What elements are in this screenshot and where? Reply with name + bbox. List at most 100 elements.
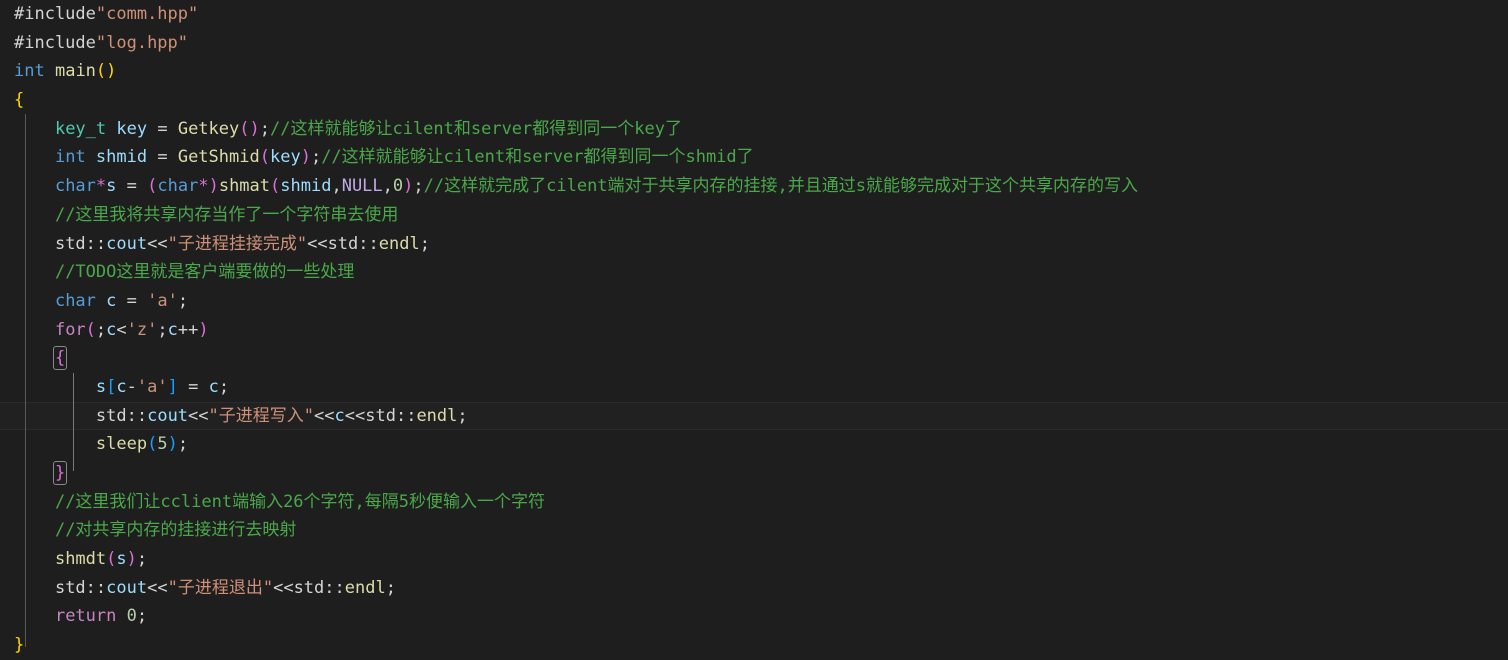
code-line[interactable]: std::cout<<"子进程退出"<<std::endl; — [0, 574, 1508, 603]
code-token-fn: Getkey — [177, 118, 240, 139]
code-token-var: c — [167, 319, 178, 340]
code-line-text: std::cout<<"子进程写入"<<c<<std::endl; — [0, 402, 1508, 431]
code-line[interactable]: } — [0, 459, 1508, 488]
code-token-br1: ) — [208, 176, 219, 197]
code-token-br1: () — [239, 118, 260, 139]
code-token-br1: ) — [403, 176, 414, 197]
code-token-br0: () — [95, 61, 117, 82]
code-token-plain: :: — [358, 233, 379, 254]
code-line[interactable]: { — [0, 344, 1508, 373]
code-token-ctrl: for — [54, 319, 86, 340]
code-token-fn: main — [54, 61, 96, 82]
code-line-text: //对共享内存的挂接进行去映射 — [0, 516, 1508, 545]
code-line[interactable]: char*s = (char*)shmat(shmid,NULL,0);//这样… — [0, 172, 1508, 201]
code-content[interactable]: #include"comm.hpp" #include"log.hpp" int m… — [0, 0, 1508, 660]
code-line-text: //这里我将共享内存当作了一个字符串去使用 — [0, 201, 1508, 230]
code-line-text: //TODO这里就是客户端要做的一些处理 — [0, 258, 1508, 287]
code-token-plain: ; — [218, 376, 230, 397]
code-token-type: key_t — [54, 118, 107, 139]
code-token-str: 'a' — [136, 376, 168, 397]
code-line[interactable]: int shmid = GetShmid(key);//这样就能够让cilent… — [0, 143, 1508, 172]
code-token-ctrl: return — [54, 606, 117, 627]
code-token-br1: ( — [106, 549, 117, 570]
code-token-op: << — [344, 405, 366, 426]
code-line[interactable]: s[c-'a'] = c; — [0, 373, 1508, 402]
code-line[interactable]: for(;c<'z';c++) — [0, 316, 1508, 345]
code-token-kw: char — [157, 176, 199, 197]
code-line[interactable]: char c = 'a'; — [0, 287, 1508, 316]
code-token-kw: int — [14, 61, 45, 82]
code-line-text: return 0; — [0, 602, 1508, 631]
code-token-str: "log.hpp" — [95, 32, 189, 53]
code-line[interactable]: std::cout<<"子进程挂接完成"<<std::endl; — [0, 230, 1508, 259]
code-token-op: << — [188, 405, 209, 426]
code-editor-viewport[interactable]: #include"comm.hpp" #include"log.hpp" int m… — [0, 0, 1508, 655]
code-token-com: //这样就能够让cilent和server都得到同一个key了 — [269, 118, 682, 139]
code-token-fn: shmat — [218, 176, 271, 197]
code-line[interactable]: #include"log.hpp" — [0, 29, 1508, 58]
code-token-var: cout — [106, 233, 148, 254]
code-line[interactable]: //TODO这里就是客户端要做的一些处理 — [0, 258, 1508, 287]
code-line-text: std::cout<<"子进程挂接完成"<<std::endl; — [0, 230, 1508, 259]
code-line[interactable]: { — [0, 86, 1508, 115]
code-line-text: sleep(5); — [0, 430, 1508, 459]
code-token-plain: ; — [310, 147, 322, 168]
code-token-br2: [ — [106, 376, 117, 397]
code-token-plain: ; — [413, 176, 424, 197]
code-token-var: c — [106, 319, 117, 340]
code-token-plain: ; — [419, 233, 430, 254]
code-token-var: c — [208, 376, 219, 397]
code-token-str: "子进程退出" — [167, 577, 274, 598]
code-token-plain: :: — [85, 577, 107, 598]
code-token-br1: * — [198, 176, 209, 197]
code-line-text: } — [0, 631, 1508, 660]
code-token-fn: shmdt — [54, 549, 107, 570]
code-token-plain: ; — [177, 290, 189, 311]
code-line[interactable]: } — [0, 631, 1508, 660]
code-line-text: #include"comm.hpp" — [0, 0, 1508, 29]
code-line-text: s[c-'a'] = c; — [0, 373, 1508, 402]
code-token-br1: ) — [126, 549, 137, 570]
code-token-op: << — [147, 577, 168, 598]
code-line[interactable]: int main() — [0, 57, 1508, 86]
code-token-plain: :: — [85, 233, 107, 254]
code-token-fn: endl — [378, 233, 420, 254]
code-line[interactable]: sleep(5); — [0, 430, 1508, 459]
code-token-com: //这里我将共享内存当作了一个字符串去使用 — [54, 204, 399, 225]
code-token-plain: ; — [259, 118, 270, 139]
code-token-plain: ; — [177, 434, 189, 455]
code-line-text: key_t key = Getkey();//这样就能够让cilent和serv… — [0, 115, 1508, 144]
code-token-str: 'z' — [126, 319, 158, 340]
code-line[interactable]: std::cout<<"子进程写入"<<c<<std::endl; — [0, 401, 1508, 431]
code-token-com: //这样就能够让cilent和server都得到同一个shmid了 — [321, 147, 754, 168]
code-token-var: s — [116, 549, 127, 570]
code-line[interactable]: //这里我们让cclient端输入26个字符,每隔5秒便输入一个字符 — [0, 488, 1508, 517]
code-line[interactable]: key_t key = Getkey();//这样就能够让cilent和serv… — [0, 115, 1508, 144]
code-line[interactable]: //这里我将共享内存当作了一个字符串去使用 — [0, 201, 1508, 230]
code-token-br1: ) — [198, 319, 209, 340]
code-line[interactable]: //对共享内存的挂接进行去映射 — [0, 516, 1508, 545]
code-line-text: std::cout<<"子进程退出"<<std::endl; — [0, 574, 1508, 603]
code-token-var: s — [95, 376, 107, 397]
code-line[interactable]: shmdt(s); — [0, 545, 1508, 574]
code-line[interactable]: #include"comm.hpp" — [0, 0, 1508, 29]
code-token-str: "子进程挂接完成" — [167, 233, 308, 254]
code-token-var: c — [334, 405, 345, 426]
code-token-br1: * — [95, 176, 107, 197]
code-line[interactable]: return 0; — [0, 602, 1508, 631]
code-line-text: char*s = (char*)shmat(shmid,NULL,0);//这样… — [0, 172, 1508, 201]
code-token-plain: ; — [136, 606, 148, 627]
